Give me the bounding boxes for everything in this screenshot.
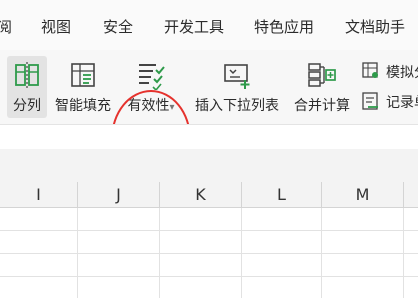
record-form-button[interactable]: 记录单 xyxy=(362,90,418,112)
ribbon-toolbar: 分列 智能填充 有效性▾ 插入下拉列表 合并计算 模拟 记录 xyxy=(0,50,418,188)
consolidate-button[interactable]: 合并计算 xyxy=(290,56,354,118)
validation-button[interactable]: 有效性▾ xyxy=(121,56,181,118)
record-form-icon xyxy=(362,92,378,110)
insert-dropdown-list-icon xyxy=(224,64,250,89)
consolidate-icon xyxy=(308,63,336,87)
split-columns-label: 分列 xyxy=(13,98,41,114)
menu-view[interactable]: 视图 xyxy=(41,16,71,37)
column-header-k[interactable]: K xyxy=(160,182,242,208)
column-header-row: I J K L M xyxy=(0,182,418,208)
record-form-label: 记录单 xyxy=(386,95,418,111)
menu-security[interactable]: 安全 xyxy=(103,16,133,37)
simulate-analysis-label: 模拟分 xyxy=(386,65,418,81)
grid-row-line xyxy=(0,230,418,231)
column-header-j[interactable]: J xyxy=(78,182,160,208)
toolbar-separator-area xyxy=(0,149,418,182)
column-header-m[interactable]: M xyxy=(322,182,404,208)
menu-review[interactable]: 阅 xyxy=(0,16,12,37)
menu-special-apps[interactable]: 特色应用 xyxy=(254,16,314,37)
insert-dropdown-list-label: 插入下拉列表 xyxy=(195,98,279,114)
validation-icon xyxy=(139,64,165,90)
grid-row-line xyxy=(0,276,418,277)
validation-label: 有效性▾ xyxy=(121,95,181,115)
menu-developer-tools[interactable]: 开发工具 xyxy=(164,16,224,37)
smart-fill-label: 智能填充 xyxy=(55,98,111,114)
formula-bar[interactable] xyxy=(0,124,418,150)
insert-dropdown-list-button[interactable]: 插入下拉列表 xyxy=(190,56,284,118)
split-columns-icon xyxy=(15,62,39,88)
chevron-down-icon[interactable]: ▾ xyxy=(169,102,174,113)
menu-bar: 阅 视图 安全 开发工具 特色应用 文档助手 xyxy=(0,0,418,50)
column-header-l[interactable]: L xyxy=(242,182,322,208)
split-columns-button[interactable]: 分列 xyxy=(7,56,47,118)
smart-fill-button[interactable]: 智能填充 xyxy=(52,56,114,118)
menu-document-assistant[interactable]: 文档助手 xyxy=(345,16,405,37)
simulate-analysis-icon xyxy=(362,62,378,78)
column-header-i[interactable]: I xyxy=(0,182,78,208)
grid-row-line xyxy=(0,253,418,254)
smart-fill-icon xyxy=(71,63,95,87)
validation-label-text: 有效性 xyxy=(127,98,170,114)
simulate-analysis-button[interactable]: 模拟分 xyxy=(362,60,418,82)
consolidate-label: 合并计算 xyxy=(294,98,350,114)
wps-spreadsheet-window: 阅 视图 安全 开发工具 特色应用 文档助手 分列 智能填充 有效性▾ 插入下拉… xyxy=(0,0,418,298)
spreadsheet-grid[interactable]: I J K L M xyxy=(0,182,418,298)
